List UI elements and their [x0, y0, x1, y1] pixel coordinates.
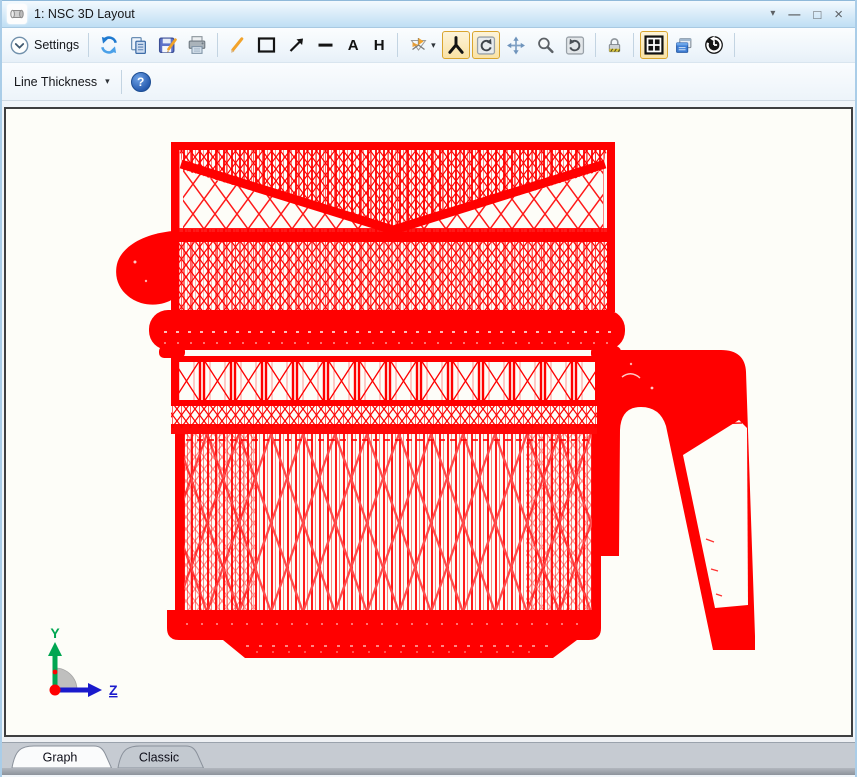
window-bottom-edge: [2, 768, 855, 775]
wireframe-upper-body: [116, 231, 615, 312]
fit-window-button[interactable]: [640, 31, 668, 59]
undo-rotate-icon: [565, 36, 585, 55]
spin-view-button[interactable]: [472, 31, 500, 59]
separator: [121, 70, 122, 94]
settings-button[interactable]: Settings: [6, 34, 83, 57]
layout-window-icon: [7, 4, 27, 24]
separator: [734, 33, 735, 57]
window-title: 1: NSC 3D Layout: [34, 7, 770, 21]
pencil-icon: [228, 36, 246, 54]
help-button[interactable]: ?: [131, 72, 151, 92]
tab-graph[interactable]: Graph: [12, 746, 112, 768]
nsc-3d-wireframe: Y Z: [6, 109, 855, 735]
lock-button[interactable]: [602, 31, 627, 59]
wireframe-dense-band: [171, 406, 603, 434]
flip-tool-button[interactable]: H: [367, 31, 391, 59]
nsc-3d-layout-window: 1: NSC 3D Layout ▾ — □ × Settings: [0, 0, 857, 777]
history-button[interactable]: [700, 31, 728, 59]
print-icon: [187, 35, 207, 55]
windows-stack-icon: [674, 36, 694, 55]
line-thickness-label: Line Thickness: [14, 75, 97, 89]
text-tool-label: A: [348, 38, 359, 53]
line-thickness-dropdown[interactable]: Line Thickness ▾: [8, 73, 116, 91]
line-tool-button[interactable]: [224, 31, 250, 59]
thick-line-icon: [316, 36, 335, 54]
separator: [633, 33, 634, 57]
close-icon[interactable]: ×: [834, 7, 843, 22]
arrow-tool-button[interactable]: [283, 31, 310, 59]
axis-x-dot: [50, 685, 61, 696]
flip-tool-label: H: [374, 38, 385, 53]
view-orientation-icon: [408, 36, 429, 54]
axis-z-label: Z: [109, 682, 118, 698]
save-button[interactable]: [154, 31, 181, 59]
magnifier-icon: [536, 36, 555, 55]
chevron-down-circle-icon: [10, 36, 29, 55]
arrow-icon: [287, 36, 306, 54]
axes-3d-icon: [446, 36, 466, 55]
copy-button[interactable]: [125, 31, 152, 59]
rotate-3d-button[interactable]: [442, 31, 470, 59]
separator: [397, 33, 398, 57]
wireframe-lower-body: [175, 434, 601, 612]
layout-viewport[interactable]: Y Z: [4, 107, 853, 737]
view-orientation-caret-icon: ▾: [431, 41, 436, 50]
pan-arrows-icon: [506, 36, 526, 55]
view-orientation-button[interactable]: ▾: [404, 31, 440, 59]
secondary-toolbar: Line Thickness ▾ ?: [2, 63, 855, 101]
separator: [595, 33, 596, 57]
line-thickness-caret-icon: ▾: [105, 77, 110, 86]
tab-classic-label: Classic: [139, 751, 179, 765]
wireframe-lid-section: [171, 142, 615, 232]
clone-window-button[interactable]: [670, 31, 698, 59]
zoom-button[interactable]: [532, 31, 559, 59]
separator: [217, 33, 218, 57]
wireframe-spout: [116, 231, 173, 305]
tab-classic[interactable]: Classic: [118, 746, 204, 768]
rotate-arrow-icon: [476, 36, 496, 55]
rectangle-tool-button[interactable]: [252, 31, 281, 59]
copy-icon: [129, 36, 148, 55]
title-bar: 1: NSC 3D Layout ▾ — □ ×: [2, 0, 855, 28]
rectangle-icon: [256, 36, 277, 54]
refresh-icon: [99, 35, 119, 55]
help-icon: ?: [137, 75, 144, 89]
pan-button[interactable]: [502, 31, 530, 59]
wireframe-ring: [149, 310, 625, 360]
fit-view-icon: [644, 35, 664, 55]
refresh-button[interactable]: [95, 31, 123, 59]
window-menu-caret-icon[interactable]: ▾: [770, 9, 775, 19]
main-toolbar: Settings: [2, 28, 855, 63]
clock-reset-icon: [704, 35, 724, 55]
print-button[interactable]: [183, 31, 211, 59]
settings-label: Settings: [34, 38, 79, 52]
reset-view-button[interactable]: [561, 31, 589, 59]
tab-strip: Classic Graph: [2, 742, 855, 768]
wireframe-mid-band: [171, 356, 603, 406]
separator: [88, 33, 89, 57]
save-icon: [158, 36, 177, 55]
axis-y-label: Y: [50, 625, 60, 641]
axis-triad: Y Z: [48, 625, 118, 698]
dash-tool-button[interactable]: [312, 31, 339, 59]
text-tool-button[interactable]: A: [341, 31, 365, 59]
window-controls: ▾ — □ ×: [770, 7, 843, 22]
maximize-icon[interactable]: □: [813, 8, 821, 21]
tab-graph-label: Graph: [43, 751, 78, 765]
minimize-icon[interactable]: —: [788, 8, 800, 20]
lock-icon: [606, 36, 623, 55]
wireframe-handle: [597, 350, 755, 650]
wireframe-base: [167, 610, 601, 658]
